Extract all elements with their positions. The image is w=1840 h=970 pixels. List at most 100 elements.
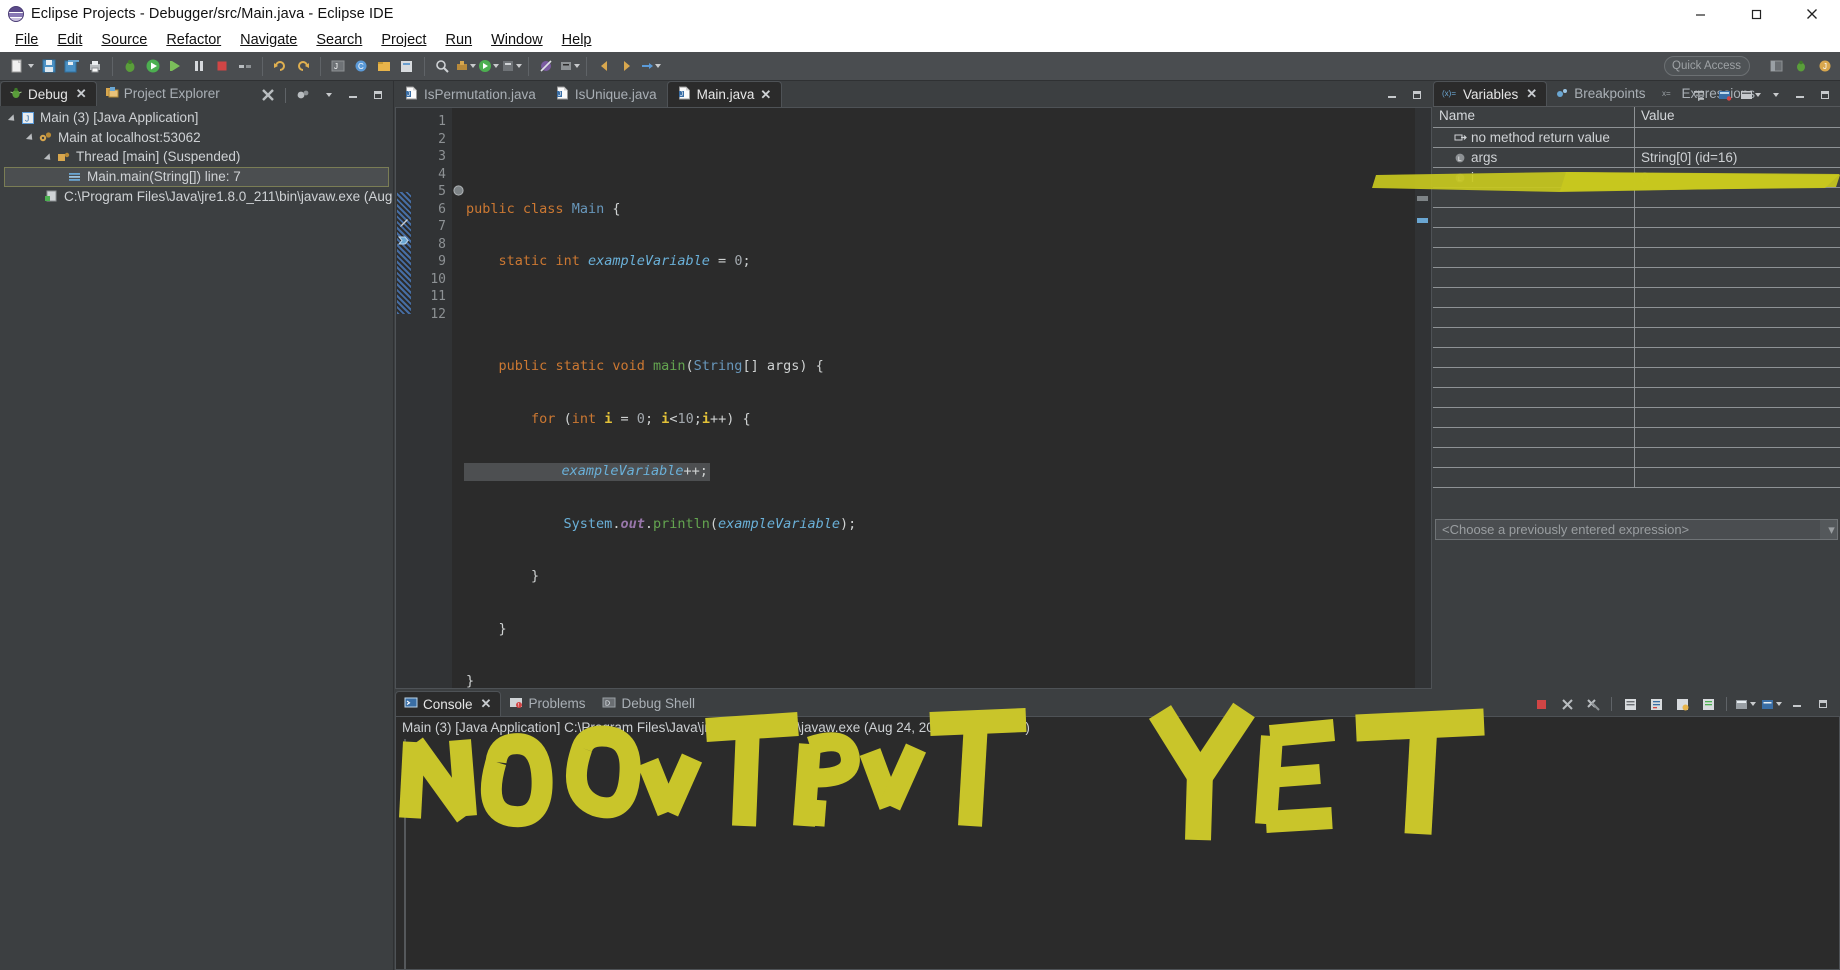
minimize-view-icon[interactable] [342,84,364,106]
menu-source[interactable]: Source [92,30,156,50]
folding-ruler[interactable] [452,108,464,688]
maximize-icon[interactable] [1728,0,1784,28]
expand-arrow-icon[interactable] [26,131,38,143]
view-menu-icon[interactable] [317,84,339,106]
expression-dropdown-icon[interactable]: ▾ [1820,520,1837,539]
menu-edit[interactable]: Edit [48,30,91,50]
close-icon[interactable]: ✕ [76,86,87,102]
tab-main-java[interactable]: J Main.java ✕ [667,81,783,107]
minimize-view-icon[interactable] [1786,693,1808,715]
column-header-value[interactable]: Value [1635,107,1840,127]
display-selected-console-icon[interactable] [1734,693,1756,715]
maximize-view-icon[interactable] [1814,84,1836,106]
clear-console-icon[interactable] [1619,693,1641,715]
menu-window[interactable]: Window [482,30,552,50]
console-output-area[interactable]: Main (3) [Java Application] C:\Program F… [395,716,1840,970]
column-header-name[interactable]: Name [1433,107,1635,127]
close-icon[interactable]: ✕ [760,87,771,103]
new-package-icon[interactable] [373,55,395,77]
menu-run[interactable]: Run [436,30,481,50]
menu-help[interactable]: Help [553,30,601,50]
breakpoint-icon[interactable] [453,183,464,201]
next-annotation-icon[interactable] [639,55,661,77]
suspend-icon[interactable] [188,55,210,77]
tab-debug-shell[interactable]: D Debug Shell [594,691,704,716]
tab-debug[interactable]: Debug ✕ [0,81,97,106]
maximize-view-icon[interactable] [367,84,389,106]
skip-breakpoints-icon[interactable] [535,55,557,77]
menu-search[interactable]: Search [307,30,371,50]
tab-console[interactable]: Console ✕ [395,691,501,716]
close-icon[interactable]: ✕ [481,696,492,712]
tree-item-launch[interactable]: J Main (3) [Java Application] [0,108,393,128]
show-console-icon[interactable] [1697,693,1719,715]
overview-ruler[interactable] [1415,108,1431,688]
tree-item-debug-target[interactable]: Main at localhost:53062 [0,128,393,148]
new-java-project-icon[interactable] [396,55,418,77]
show-logical-structure-icon[interactable] [1714,84,1736,106]
coverage-icon[interactable] [500,55,522,77]
search-icon[interactable] [431,55,453,77]
table-row[interactable]: no method return value [1433,128,1840,148]
table-row[interactable]: L args String[0] (id=16) [1433,148,1840,168]
tab-problems[interactable]: ! Problems [501,691,594,716]
debug-perspective-icon[interactable] [1790,55,1812,77]
view-menu-icon[interactable] [1764,84,1786,106]
new-class-icon[interactable]: C [350,55,372,77]
run-last-icon[interactable] [477,55,499,77]
debug-icon[interactable] [119,55,141,77]
remove-all-terminated-icon[interactable] [257,84,279,106]
print-icon[interactable] [84,55,106,77]
menu-refactor[interactable]: Refactor [157,30,230,50]
minimize-icon[interactable] [1672,0,1728,28]
disconnect-icon[interactable] [234,55,256,77]
remove-all-launches-icon[interactable] [1582,693,1604,715]
save-all-icon[interactable] [61,55,83,77]
tree-item-process[interactable]: C:\Program Files\Java\jre1.8.0_211\bin\j… [0,187,393,207]
minimize-view-icon[interactable] [1789,84,1811,106]
toggle-watch-icon[interactable] [558,55,580,77]
expand-arrow-icon[interactable] [44,151,56,163]
java-perspective-icon[interactable]: J [1814,55,1836,77]
expression-input[interactable]: <Choose a previously entered expression>… [1435,519,1838,540]
save-icon[interactable] [38,55,60,77]
tree-item-stack-frame[interactable]: Main.main(String[]) line: 7 [4,167,389,187]
menu-file[interactable]: File [6,30,47,50]
tab-variables[interactable]: (x)= Variables ✕ [1433,81,1547,106]
undo-icon[interactable] [269,55,291,77]
tab-breakpoints[interactable]: Breakpoints [1547,81,1654,106]
run-icon[interactable] [142,55,164,77]
terminate-icon[interactable] [211,55,233,77]
expand-arrow-icon[interactable] [8,112,20,124]
open-type-icon[interactable]: J [327,55,349,77]
terminate-icon[interactable] [1530,693,1552,715]
open-perspective-icon[interactable] [1766,55,1788,77]
tab-ispermutation-java[interactable]: J IsPermutation.java [395,81,546,107]
resume-icon[interactable] [165,55,187,77]
open-console-icon[interactable] [1760,693,1782,715]
maximize-view-icon[interactable] [1406,84,1428,106]
tab-project-explorer[interactable]: Project Explorer [97,81,229,106]
source-code[interactable]: public class Main { static int exampleVa… [464,108,1431,688]
table-row[interactable]: L i 0 [1433,168,1840,188]
minimize-view-icon[interactable] [1381,84,1403,106]
scroll-lock-icon[interactable] [1645,693,1667,715]
maximize-view-icon[interactable] [1812,693,1834,715]
close-icon[interactable] [1784,0,1840,28]
close-icon[interactable]: ✕ [1526,86,1537,102]
quick-access-input[interactable]: Quick Access [1664,56,1750,76]
back-icon[interactable] [593,55,615,77]
redo-icon[interactable] [292,55,314,77]
external-tools-icon[interactable] [454,55,476,77]
forward-icon[interactable] [616,55,638,77]
pin-console-icon[interactable] [1671,693,1693,715]
breakpoint-ruler[interactable] [396,108,412,688]
menu-navigate[interactable]: Navigate [231,30,306,50]
remove-launch-icon[interactable] [1556,693,1578,715]
tree-item-thread[interactable]: Thread [main] (Suspended) [0,147,393,167]
tab-isunique-java[interactable]: J IsUnique.java [546,81,667,107]
code-editor[interactable]: 1 2 3 4 5 6 7 8 9 10 11 12 [395,107,1432,689]
view-menu-thread-icon[interactable] [292,84,314,106]
new-icon[interactable] [7,55,37,77]
menu-project[interactable]: Project [372,30,435,50]
